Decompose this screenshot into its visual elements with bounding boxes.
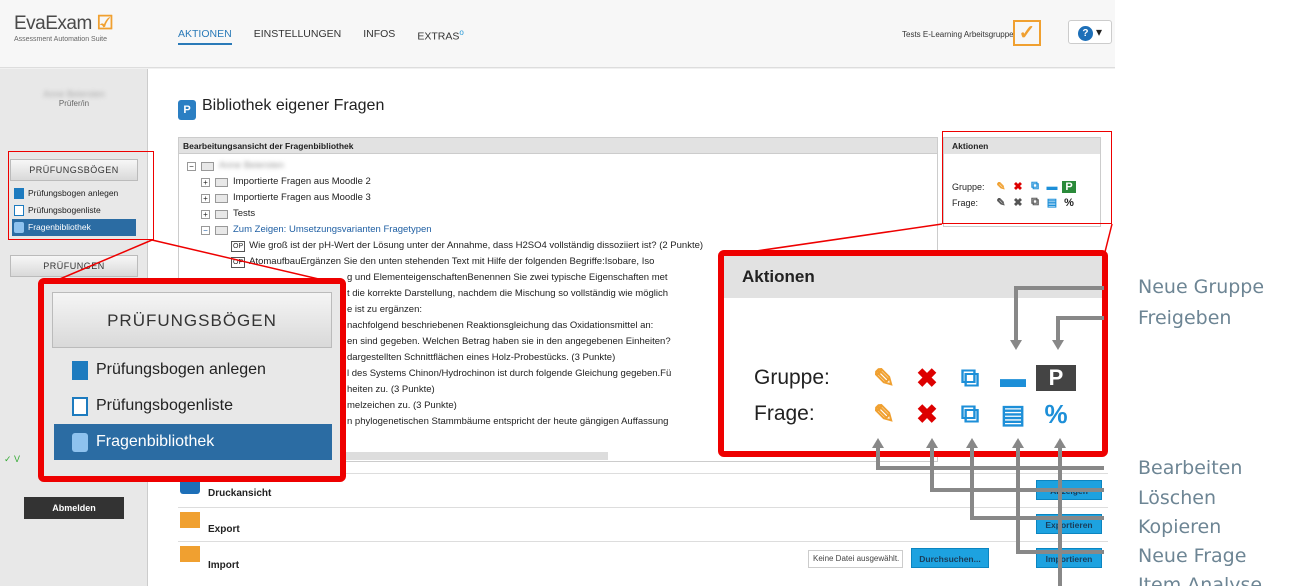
question-item[interactable]: nachfolgend beschriebenen Reaktionsgleic…: [347, 318, 653, 334]
question-item[interactable]: n phylogenetischen Stammbäume entspricht…: [347, 414, 668, 430]
import-row: Import Keine Datei ausgewählt. Durchsuch…: [178, 541, 1108, 575]
question-item[interactable]: heiten zu. (3 Punkte): [347, 382, 435, 398]
browse-button[interactable]: Durchsuchen...: [911, 548, 989, 568]
sidebar-highlight-frame: [8, 151, 154, 240]
export-icon: [180, 512, 200, 528]
page-title: P Bibliothek eigener Fragen: [178, 97, 384, 120]
help-icon: ?: [1077, 26, 1093, 41]
question-item[interactable]: melzeichen zu. (3 Punkte): [347, 398, 457, 414]
question-item[interactable]: e ist zu ergänzen:: [347, 302, 422, 318]
group-check-icon: ✓: [1013, 20, 1041, 46]
question-item[interactable]: OP AtomaufbauErgänzen Sie den unten stehe…: [231, 254, 654, 270]
app-window: EvaExam ☑ Assessment Automation Suite AK…: [0, 0, 1115, 586]
folder-icon: [201, 161, 214, 171]
edit-question-icon[interactable]: ✎: [864, 399, 904, 430]
folder-icon: [215, 177, 228, 187]
question-item[interactable]: t die korrekte Darstellung, nachdem die …: [347, 286, 668, 302]
add-form-icon: [72, 361, 88, 380]
zoom-actions-header: Aktionen: [724, 256, 1102, 298]
zoom-item-liste[interactable]: Prüfungsbogenliste: [54, 388, 332, 424]
library-icon: [72, 433, 88, 452]
user-info: Anne Beiersten Prüfer/in: [43, 89, 105, 108]
show-button[interactable]: Anzeigen: [1036, 480, 1102, 500]
annotation-kopieren: Kopieren: [1138, 516, 1222, 538]
logout-button[interactable]: Abmelden: [24, 497, 124, 519]
tree-root[interactable]: − Anne Beiersten: [187, 158, 284, 174]
annotation-neue-gruppe: Neue Gruppe: [1138, 276, 1265, 298]
zoom-section-title: PRÜFUNGSBÖGEN: [52, 292, 332, 348]
expand-icon[interactable]: +: [201, 177, 210, 187]
annotation-neue-frage: Neue Frage: [1138, 545, 1247, 567]
tree-folder[interactable]: + Tests: [201, 206, 255, 222]
help-menu-button[interactable]: ? ▾: [1068, 20, 1112, 44]
tree-folder[interactable]: − Zum Zeigen: Umsetzungsvarianten Fragety…: [201, 222, 432, 238]
annotation-freigeben: Freigeben: [1138, 307, 1232, 329]
actions-highlight-frame: [942, 131, 1112, 224]
import-button[interactable]: Importieren: [1036, 548, 1102, 568]
nav-extras[interactable]: EXTRASo: [417, 28, 463, 45]
file-input[interactable]: Keine Datei ausgewählt.: [808, 550, 903, 568]
import-icon: [180, 546, 200, 562]
question-item[interactable]: g und ElementeigenschaftenBenennen Sie z…: [347, 270, 668, 286]
collapse-icon[interactable]: −: [201, 225, 210, 235]
copy-group-icon[interactable]: ⧉: [950, 362, 990, 394]
collapse-icon[interactable]: −: [187, 161, 196, 171]
zoom-item-fragenbibliothek[interactable]: Fragenbibliothek: [54, 424, 332, 460]
export-button[interactable]: Exportieren: [1036, 514, 1102, 534]
logo: EvaExam ☑ Assessment Automation Suite: [14, 13, 114, 43]
question-item[interactable]: OP Wie groß ist der pH-Wert der Lösung un…: [231, 238, 703, 254]
annotation-bearbeiten: Bearbeiten: [1138, 457, 1243, 479]
check-icon: ✓ V: [4, 454, 21, 464]
item-analysis-icon[interactable]: %: [1036, 399, 1076, 430]
zoom-question-actions: Frage: ✎ ✖ ⧉ ▤ %: [754, 398, 1079, 430]
new-group-icon[interactable]: ▬: [993, 363, 1033, 394]
tree-folder[interactable]: + Importierte Fragen aus Moodle 3: [201, 190, 371, 206]
check-logo-icon: ☑: [96, 13, 114, 34]
release-icon[interactable]: P: [1036, 365, 1076, 391]
top-header: EvaExam ☑ Assessment Automation Suite AK…: [0, 0, 1115, 68]
question-item[interactable]: en sind gegeben. Welchen Betrag haben si…: [347, 334, 671, 350]
main-nav: AKTIONEN EINSTELLUNGEN INFOS EXTRASo: [178, 28, 464, 45]
folder-icon: [215, 225, 228, 235]
delete-group-icon[interactable]: ✖: [907, 363, 947, 394]
new-question-icon[interactable]: ▤: [993, 399, 1033, 430]
zoom-item-anlegen[interactable]: Prüfungsbogen anlegen: [54, 352, 332, 388]
folder-icon: [215, 193, 228, 203]
nav-aktionen[interactable]: AKTIONEN: [178, 28, 232, 45]
extras-badge-icon: o: [459, 28, 464, 37]
question-item[interactable]: l des Systems Chinon/Hydrochinon ist dur…: [347, 366, 671, 382]
expand-icon[interactable]: +: [201, 209, 210, 219]
folder-icon: [215, 209, 228, 219]
export-row: Export Exportieren: [178, 507, 1108, 541]
nav-einstellungen[interactable]: EINSTELLUNGEN: [254, 28, 342, 45]
actions-zoom-callout: Aktionen Gruppe: ✎ ✖ ⧉ ▬ P Frage: ✎ ✖ ⧉ …: [718, 250, 1108, 457]
annotation-item-analyse: Item Analyse: [1138, 574, 1263, 586]
library-icon: P: [178, 100, 196, 120]
section-pruefungen: PRÜFUNGEN: [10, 255, 138, 277]
edit-group-icon[interactable]: ✎: [864, 363, 904, 394]
copy-question-icon[interactable]: ⧉: [950, 398, 990, 430]
zoom-group-actions: Gruppe: ✎ ✖ ⧉ ▬ P: [754, 362, 1079, 394]
expand-icon[interactable]: +: [201, 193, 210, 203]
table-header: Bearbeitungsansicht der Fragenbibliothek: [179, 138, 937, 154]
delete-question-icon[interactable]: ✖: [907, 399, 947, 430]
group-name: Tests E-Learning Arbeitsgruppe: [902, 30, 1014, 39]
tree-folder[interactable]: + Importierte Fragen aus Moodle 2: [201, 174, 371, 190]
sidebar-zoom-callout: PRÜFUNGSBÖGEN Prüfungsbogen anlegen Prüf…: [38, 278, 346, 482]
nav-infos[interactable]: INFOS: [363, 28, 395, 45]
question-item[interactable]: dargestellten Schnittflächen eines Holz-…: [347, 350, 615, 366]
form-list-icon: [72, 397, 88, 416]
annotation-loeschen: Löschen: [1138, 487, 1216, 509]
